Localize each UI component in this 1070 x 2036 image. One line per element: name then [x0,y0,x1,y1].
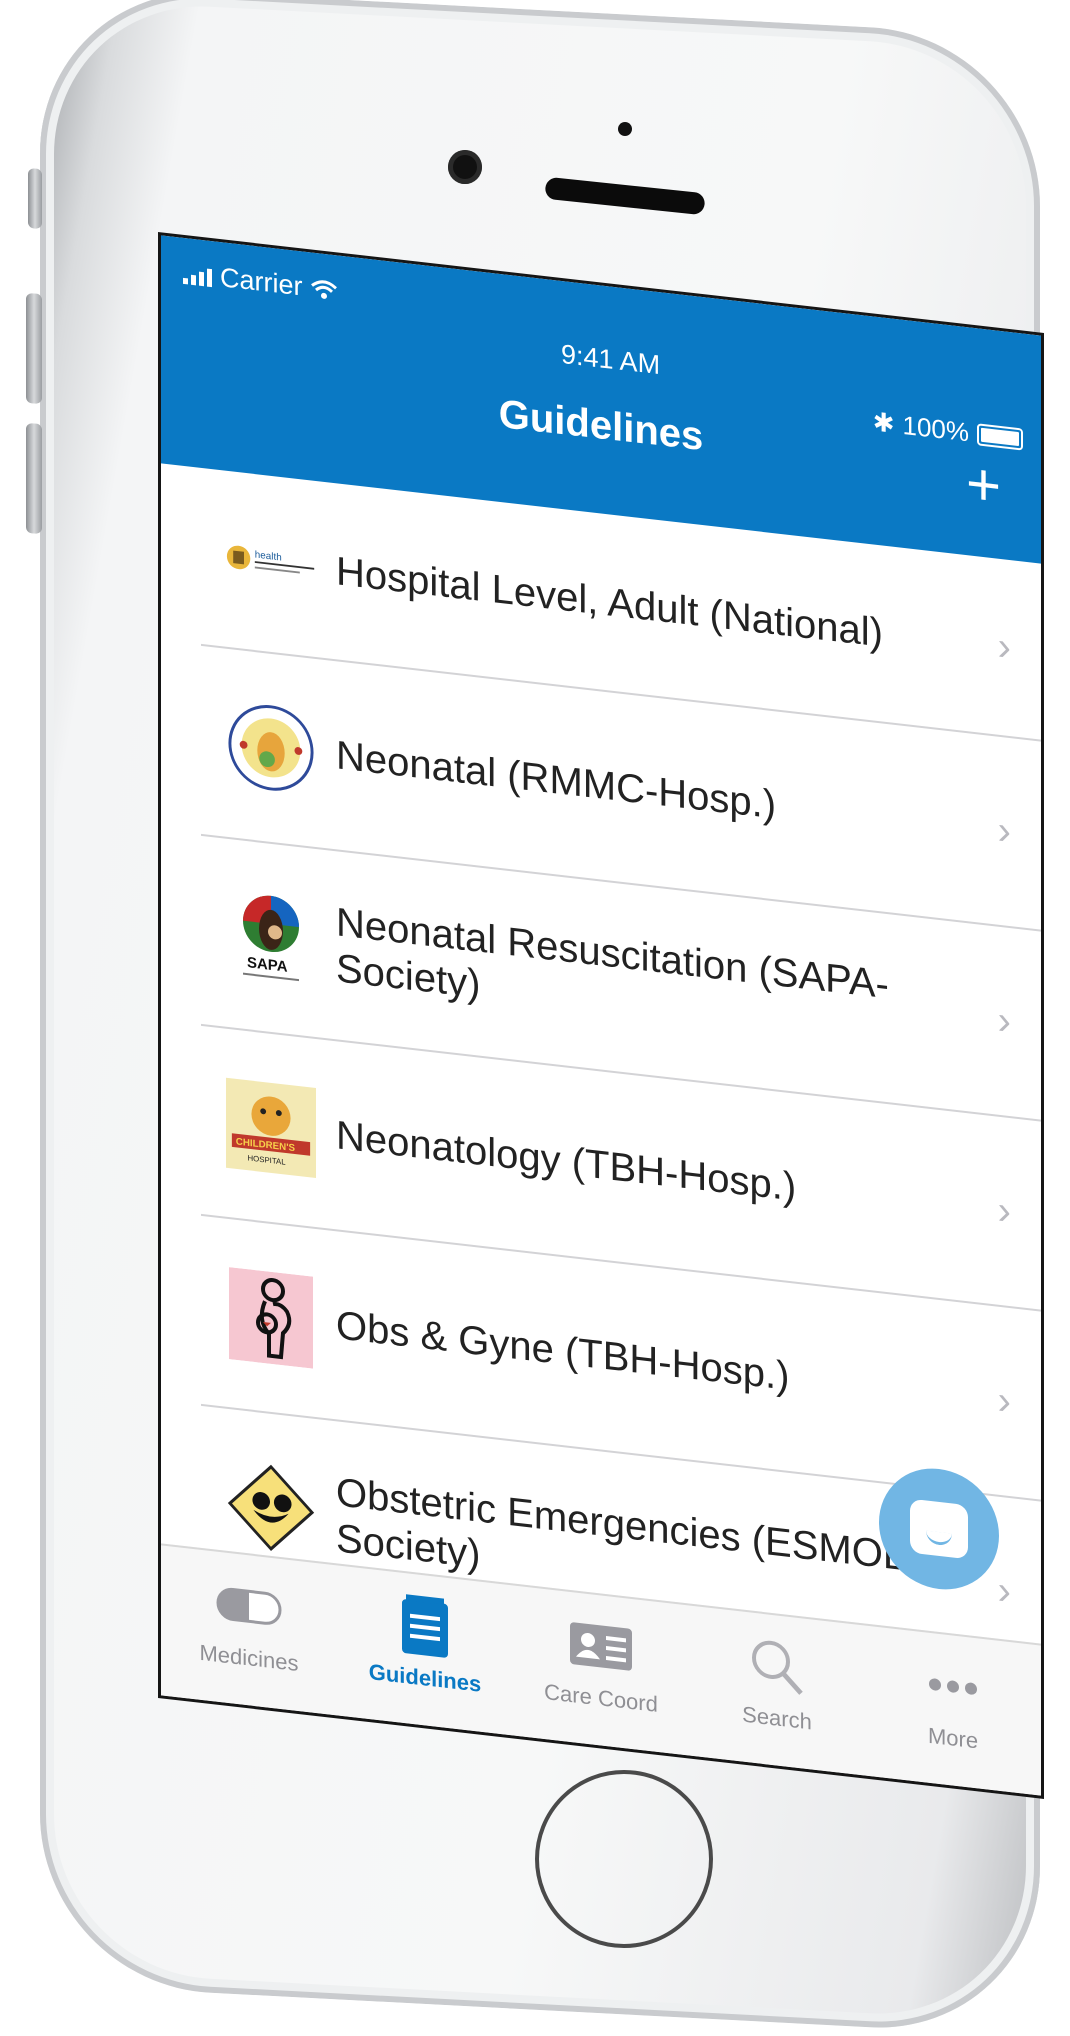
childrens-hospital-logo: CHILDREN'S HOSPITAL [226,1077,316,1179]
tab-label: Search [742,1701,812,1735]
list-item-label: Neonatal (RMMC-Hosp.) [336,733,777,828]
sapa-logo: SAPA [226,888,316,988]
tab-label: Medicines [199,1639,299,1677]
chat-icon [910,1498,968,1560]
signal-icon [183,263,212,287]
list-item-label: Neonatology (TBH-Hosp.) [336,1113,797,1210]
chevron-right-icon: › [997,624,1011,670]
pregnant-woman-logo [226,1267,316,1369]
document-icon [400,1591,450,1663]
list-item-label: Hospital Level, Adult (National) [336,549,883,656]
tab-label: Care Coord [544,1678,658,1717]
svg-text:SAPA: SAPA [247,954,288,976]
esmoe-logo [226,1458,316,1558]
chevron-right-icon: › [997,1568,1011,1614]
south-africa-health-logo: health [226,514,316,614]
tab-more[interactable]: More [865,1626,1041,1796]
carrier-label: Carrier [220,262,303,302]
add-button[interactable]: + [966,449,1001,520]
more-icon [928,1651,978,1723]
tab-label: Guidelines [368,1659,482,1697]
volume-up-button [26,293,42,404]
tab-search[interactable]: Search [689,1605,865,1775]
battery-icon [977,422,1023,451]
tab-medicines[interactable]: Medicines [161,1545,337,1715]
pill-icon [216,1570,282,1644]
list-item-label: Neonatal Resuscitation (SAPA-Society) [336,900,889,1008]
volume-down-button [26,423,42,534]
app-screen: Carrier 9:41 AM ✱ 100% Guidelines + heal… [158,232,1044,1799]
mute-switch [28,168,42,229]
tab-care-coord[interactable]: Care Coord [513,1585,689,1755]
chevron-right-icon: › [997,998,1011,1044]
tab-guidelines[interactable]: Guidelines [337,1565,513,1735]
wifi-icon [310,279,337,299]
proximity-sensor [618,122,632,136]
tab-label: More [927,1722,979,1754]
chevron-right-icon: › [997,808,1011,854]
list-item-label: Obs & Gyne (TBH-Hosp.) [336,1303,790,1399]
svg-text:health: health [255,550,282,564]
status-carrier: Carrier [183,258,337,306]
rahima-moosa-logo [226,698,316,798]
id-card-icon [568,1610,634,1684]
chevron-right-icon: › [997,1378,1011,1424]
status-time: 9:41 AM [561,338,661,381]
front-camera [448,150,482,184]
search-icon [749,1630,805,1702]
chevron-right-icon: › [997,1188,1011,1234]
home-button[interactable] [535,1770,713,1948]
